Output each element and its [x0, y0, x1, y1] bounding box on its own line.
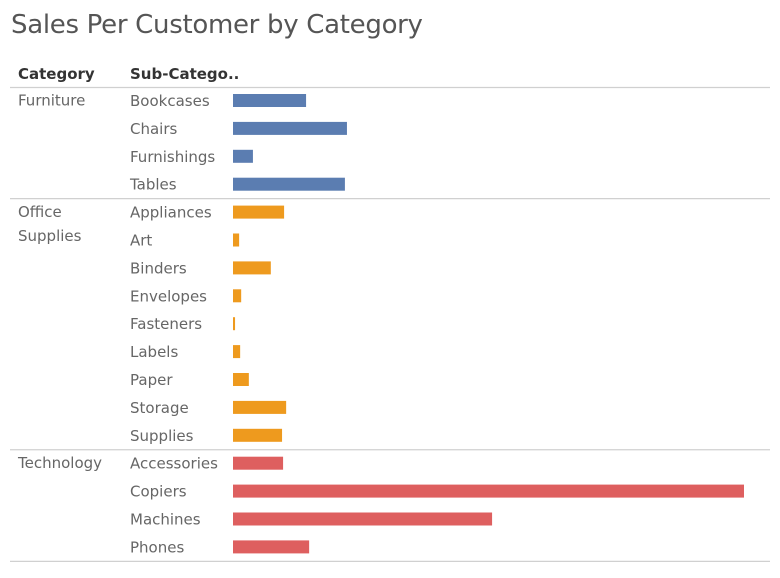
bar-copiers[interactable] — [233, 484, 744, 498]
bar-paper[interactable] — [233, 373, 249, 386]
sub-category-label[interactable]: Copiers — [130, 483, 187, 501]
bar-storage[interactable] — [233, 400, 287, 414]
bar-fasteners[interactable] — [233, 317, 236, 331]
bar-labels[interactable] — [233, 345, 241, 359]
bar-art[interactable] — [233, 233, 240, 247]
bar-chart: Furniture Bookcases Chairs Furnishings Table… — [10, 86, 770, 562]
category-label[interactable]: Office — [18, 203, 62, 221]
sub-category-label[interactable]: Accessories — [130, 455, 218, 473]
sub-category-label[interactable]: Tables — [129, 176, 177, 194]
bar-envelopes[interactable] — [233, 289, 242, 303]
bar-tables[interactable] — [233, 177, 345, 191]
sub-category-label[interactable]: Chairs — [130, 120, 178, 138]
bar-phones[interactable] — [233, 540, 310, 554]
bar-accessories[interactable] — [233, 456, 284, 470]
sub-category-label[interactable]: Art — [130, 232, 152, 250]
category-label[interactable]: Supplies — [18, 227, 82, 245]
sub-category-label[interactable]: Appliances — [130, 204, 212, 222]
bar-machines[interactable] — [233, 512, 493, 526]
sub-category-label[interactable]: Fasteners — [130, 315, 202, 333]
bar-bookcases[interactable] — [233, 94, 307, 107]
category-label[interactable]: Technology — [17, 454, 102, 472]
sub-category-label[interactable]: Labels — [130, 343, 178, 361]
sub-category-label[interactable]: Supplies — [130, 427, 194, 445]
bar-furnishings[interactable] — [233, 149, 253, 163]
sub-category-label[interactable]: Envelopes — [130, 287, 207, 305]
sub-category-label[interactable]: Bookcases — [130, 92, 210, 110]
sub-category-label[interactable]: Phones — [130, 538, 184, 556]
bar-binders[interactable] — [233, 261, 271, 275]
sub-category-label[interactable]: Paper — [130, 371, 173, 389]
bar-supplies[interactable] — [233, 428, 283, 442]
bar-appliances[interactable] — [233, 205, 285, 219]
bar-chairs[interactable] — [233, 121, 347, 135]
sub-category-label[interactable]: Storage — [130, 399, 189, 417]
category-label[interactable]: Furniture — [18, 92, 85, 110]
sub-category-label[interactable]: Binders — [130, 259, 187, 277]
sub-category-label[interactable]: Machines — [130, 511, 201, 529]
sub-category-label[interactable]: Furnishings — [130, 148, 215, 166]
